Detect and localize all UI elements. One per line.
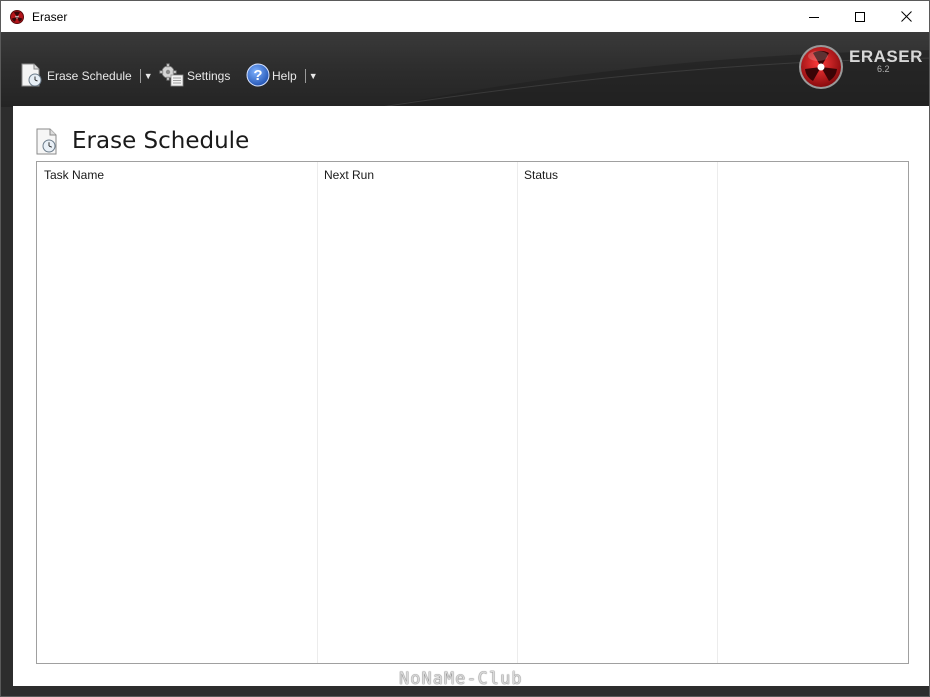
content-panel: Erase Schedule Task Name Next Run Status (13, 106, 929, 686)
window-title: Eraser (32, 9, 68, 24)
toolbar-separator (304, 69, 306, 83)
minimize-button[interactable] (791, 1, 837, 32)
column-header[interactable]: Task Name (44, 168, 104, 182)
minimize-icon (809, 16, 819, 18)
svg-text:?: ? (253, 67, 262, 84)
app-window: Eraser Erase Schedule ▼ Settings ? Help … (0, 0, 930, 697)
toolbar-separator (139, 69, 141, 83)
help-icon: ? (246, 63, 270, 90)
column-task-name[interactable]: Task Name (37, 162, 318, 663)
maximize-icon (855, 11, 865, 22)
schedule-document-icon (36, 128, 57, 155)
help-button[interactable]: ? Help ▼ (246, 62, 318, 90)
column-next-run[interactable]: Next Run (318, 162, 518, 663)
eraser-logo (799, 45, 843, 89)
schedule-document-icon (19, 62, 45, 91)
erase-schedule-dropdown-icon[interactable]: ▼ (144, 71, 153, 81)
gear-icon (159, 62, 185, 91)
task-list[interactable]: Task Name Next Run Status (36, 161, 909, 664)
maximize-button[interactable] (837, 1, 883, 32)
erase-schedule-button[interactable]: Erase Schedule ▼ (19, 62, 153, 90)
eraser-app-icon (10, 9, 24, 24)
settings-button[interactable]: Settings (159, 62, 230, 90)
watermark-text: NoNaMe-Club (399, 669, 523, 689)
settings-label: Settings (187, 69, 231, 83)
window-controls (791, 1, 929, 32)
close-button[interactable] (883, 1, 929, 32)
column-header[interactable]: Next Run (324, 168, 374, 182)
erase-schedule-label: Erase Schedule (47, 69, 132, 83)
column-status[interactable]: Status (518, 162, 718, 663)
title-bar[interactable]: Eraser (1, 1, 929, 32)
page-title: Erase Schedule (72, 128, 250, 154)
help-label: Help (272, 69, 297, 83)
help-dropdown-icon[interactable]: ▼ (309, 71, 318, 81)
brand-version: 6.2 (877, 64, 890, 74)
main-toolbar: Erase Schedule ▼ Settings ? Help ▼ ERASE… (1, 32, 929, 107)
column-header[interactable]: Status (524, 168, 558, 182)
toolbar-sheen (381, 50, 929, 107)
close-icon (900, 11, 912, 22)
